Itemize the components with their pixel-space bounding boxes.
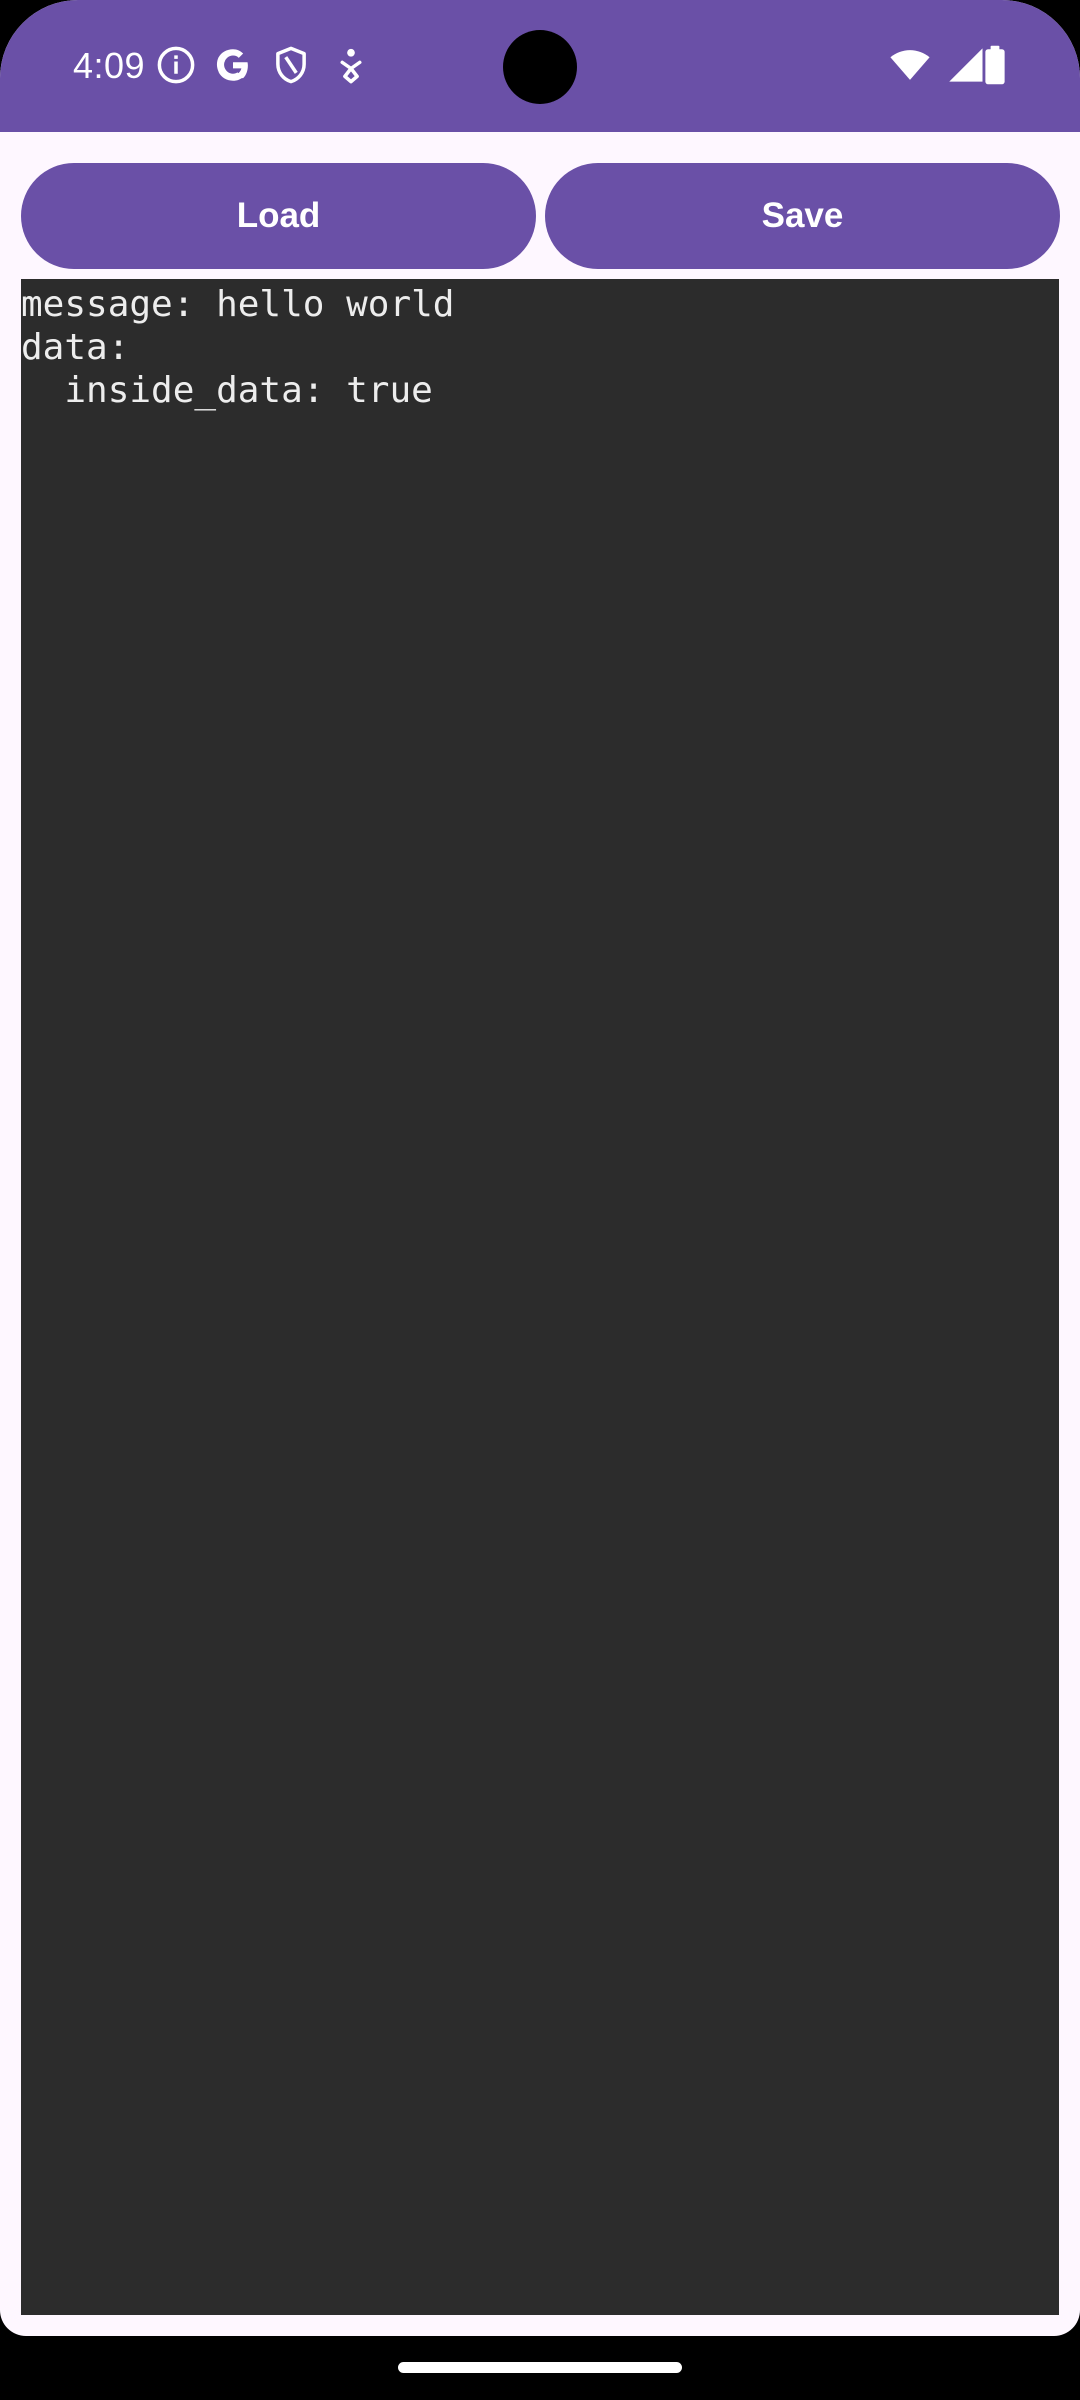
status-time: 4:09	[73, 45, 146, 86]
info-icon	[155, 44, 197, 86]
yaml-text-editor[interactable]: message: hello world data: inside_data: t…	[21, 279, 1059, 2315]
google-icon	[212, 44, 254, 86]
wifi-icon	[886, 44, 934, 86]
editor-line: message: hello world	[21, 284, 455, 325]
status-bar: 4:09	[0, 0, 1080, 132]
accessibility-icon	[330, 44, 372, 86]
cellular-signal-icon	[944, 44, 986, 86]
front-camera	[503, 30, 577, 104]
home-indicator[interactable]	[398, 2362, 682, 2373]
load-button[interactable]: Load	[21, 163, 536, 269]
app-window: 4:09 Load Save message: hello world data:…	[0, 0, 1080, 2336]
shield-icon	[270, 44, 312, 86]
editor-line: inside_data: true	[21, 370, 433, 411]
editor-line: data:	[21, 327, 130, 368]
save-button[interactable]: Save	[545, 163, 1060, 269]
battery-icon	[982, 44, 1008, 86]
